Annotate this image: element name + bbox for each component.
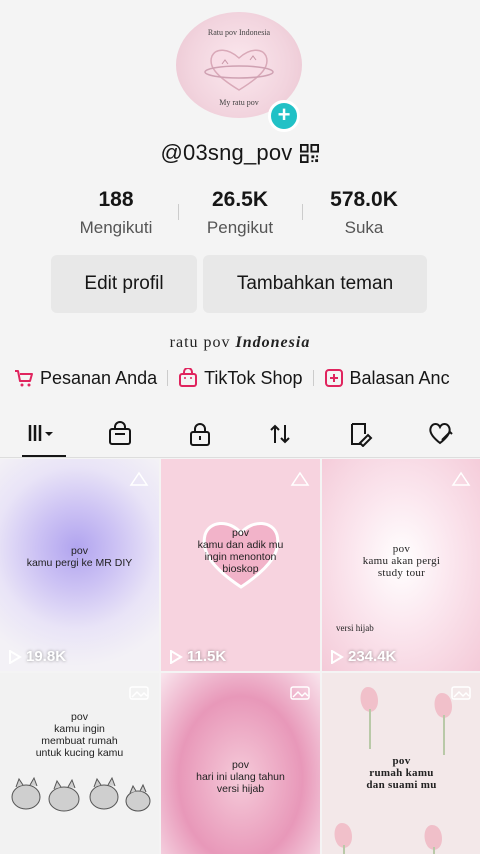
stat-label: Pengikut [206,218,274,237]
play-icon [9,649,22,664]
stat-label: Suka [344,218,384,237]
bio-text: ratu pov [169,334,231,351]
repost-icon [270,424,290,444]
link-label: Pesanan Anda [40,367,158,388]
tab-favorites[interactable] [320,410,400,458]
tab-liked[interactable] [400,410,480,458]
video-caption: pov kamu pergi ke MR DIY [26,545,133,569]
video-caption: pov kamu ingin membuat rumah untuk kucin… [35,711,124,759]
avatar-top-text: Ratu pov Indonesia [207,28,271,37]
link-replies[interactable]: Balasan Anc [324,368,450,389]
link-label: TikTok Shop [204,367,303,388]
stat-value: 188 [98,188,134,211]
stat-value: 26.5K [211,188,269,211]
liked-icon [429,423,453,445]
video-grid: pov kamu pergi ke MR DIY 19.8K pov kamu … [0,459,480,854]
cats-illustration [11,776,151,812]
stat-followers[interactable]: 26.5K Pengikut [178,186,302,242]
plus-square-icon [324,369,343,387]
videos-grid-icon [28,425,53,441]
add-story-button[interactable]: + [268,100,300,132]
video-thumbnail[interactable]: pov kamu akan pergi study tour versi hij… [322,459,480,671]
play-icon [331,649,344,664]
play-icon [170,649,183,664]
tab-shop[interactable] [80,410,160,458]
video-thumbnail[interactable]: pov rumah kamu dan suami mu [322,673,480,854]
pinned-icon [451,471,471,486]
stat-value: 578.0K [330,188,398,211]
tab-videos[interactable] [0,410,80,458]
video-subcaption: versi hijab [336,623,374,633]
photo-icon [129,686,149,700]
view-count: 234.4K [330,648,396,665]
add-friends-button[interactable]: Tambahkan teman [203,255,427,313]
view-count: 11.5K [169,648,226,665]
bio-italic-text: Indonesia [235,334,311,351]
heart-illustration [204,49,274,91]
video-thumbnail[interactable]: pov kamu ingin membuat rumah untuk kucin… [0,673,159,854]
favorites-icon [351,423,373,447]
stat-following[interactable]: 188 Mengikuti [54,186,178,242]
stat-label: Mengikuti [79,218,153,237]
pinned-icon [129,471,149,486]
username-row: @03sng_pov [0,140,480,166]
shop-bag-icon [109,421,131,445]
edit-profile-button[interactable]: Edit profil [51,255,197,313]
profile-bio: ratu pov Indonesia [0,334,480,352]
qr-code-icon[interactable] [300,143,320,163]
link-orders[interactable]: Pesanan Anda [14,368,157,389]
view-count: 19.8K [8,648,66,665]
tabs-divider [0,457,480,458]
video-thumbnail[interactable]: pov kamu pergi ke MR DIY 19.8K [0,459,159,671]
profile-tabs [0,410,480,458]
pinned-icon [290,471,310,486]
profile-avatar[interactable]: Ratu pov Indonesia My ratu pov + [176,12,304,132]
link-divider [312,370,314,386]
tab-private[interactable] [160,410,240,458]
video-caption: pov kamu akan pergi study tour [362,543,441,579]
video-caption: pov kamu dan adik mu ingin menonton bios… [197,527,284,575]
video-thumbnail[interactable]: pov kamu dan adik mu ingin menonton bios… [161,459,320,671]
lock-icon [190,423,210,446]
tab-reposts[interactable] [240,410,320,458]
username: @03sng_pov [160,140,293,165]
link-label: Balasan Anc [349,367,450,388]
shop-bag-icon [179,368,198,387]
stat-likes[interactable]: 578.0K Suka [302,186,426,242]
video-thumbnail[interactable]: pov hari ini ulang tahun versi hijab [161,673,320,854]
video-caption: pov hari ini ulang tahun versi hijab [196,759,285,795]
photo-icon [290,686,310,700]
profile-links: Pesanan Anda TikTok Shop Balasan Anc [14,364,480,392]
link-divider [167,370,169,386]
link-tiktok-shop[interactable]: TikTok Shop [178,367,303,389]
cart-icon [15,370,33,387]
profile-stats: 188 Mengikuti 26.5K Pengikut 578.0K Suka [0,186,480,242]
video-caption: pov rumah kamu dan suami mu [366,755,437,791]
